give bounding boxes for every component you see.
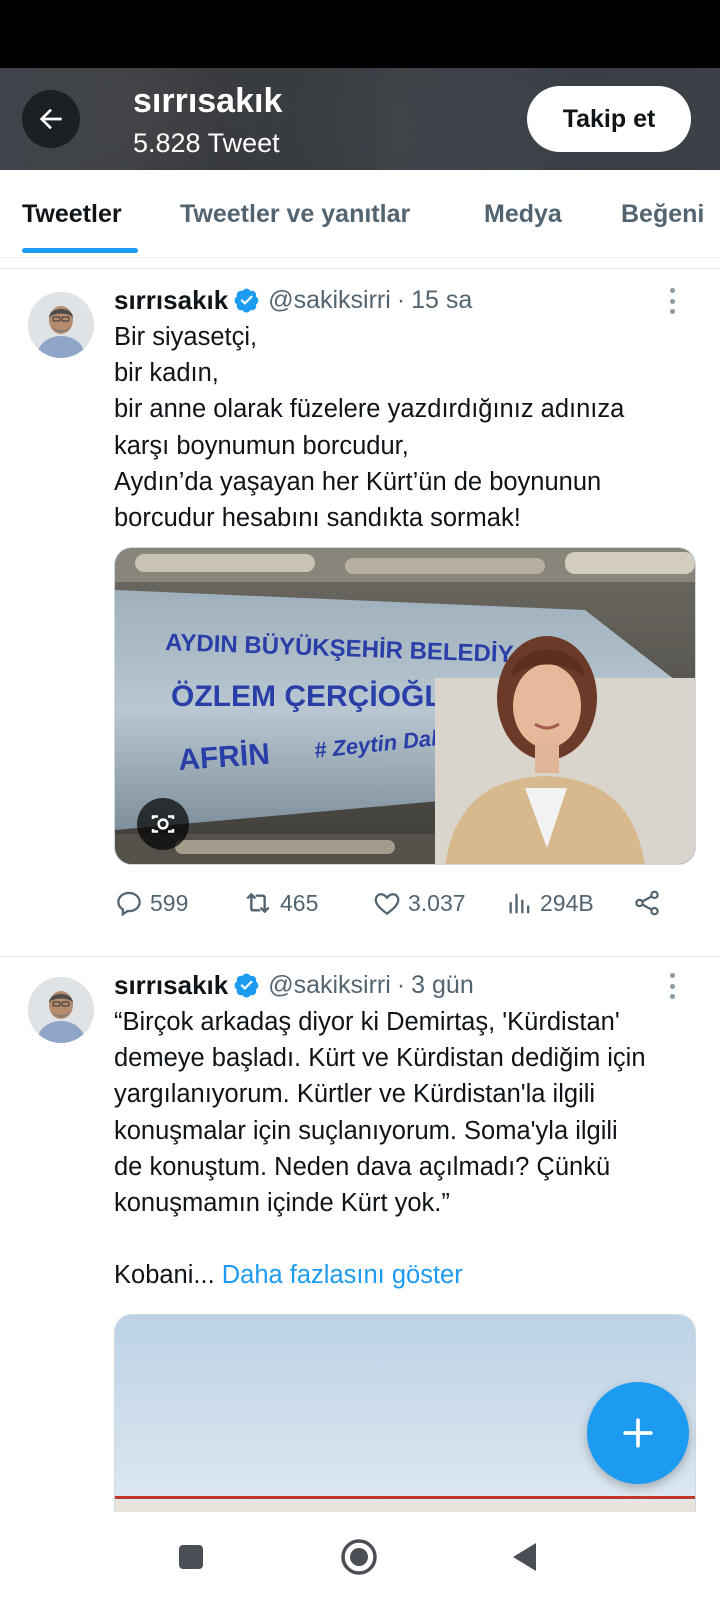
profile-name: sırrısakık bbox=[133, 82, 283, 120]
tab-media[interactable]: Medya bbox=[484, 200, 562, 229]
triangle-back-icon bbox=[513, 1543, 536, 1571]
retweet-count: 465 bbox=[280, 889, 319, 916]
arrow-left-icon bbox=[39, 108, 62, 130]
camera-icon[interactable] bbox=[137, 798, 189, 850]
views-icon bbox=[509, 893, 530, 914]
author-handle[interactable]: @sakiksirri bbox=[268, 286, 391, 315]
tab-tweets-and-replies[interactable]: Tweetler ve yanıtlar bbox=[180, 200, 410, 229]
home-circle-icon bbox=[341, 1539, 377, 1575]
follow-button[interactable]: Takip et bbox=[527, 86, 691, 152]
tweet-text-line: Aydın’da yaşayan her Kürt’ün de boynunun bbox=[114, 467, 602, 496]
tweet-time[interactable]: 15 sa bbox=[411, 286, 472, 315]
retweet-icon bbox=[246, 893, 270, 913]
tweet-text-line: “Birçok arkadaş diyor ki Demirtaş, 'Kürd… bbox=[114, 1008, 620, 1036]
verified-badge-icon bbox=[234, 973, 259, 998]
show-more-link[interactable]: Daha fazlasını göster bbox=[222, 1261, 463, 1289]
share-button[interactable] bbox=[632, 883, 668, 923]
tweet-count: 5.828 Tweet bbox=[133, 128, 280, 158]
system-navigation-bar bbox=[0, 1512, 720, 1600]
profile-header: sırrısakık 5.828 Tweet Takip et bbox=[0, 68, 720, 170]
heart-icon bbox=[374, 893, 400, 916]
avatar[interactable] bbox=[28, 292, 94, 358]
tweet-actions: 599 465 3.037 294B bbox=[114, 883, 694, 923]
plus-icon bbox=[623, 1418, 653, 1448]
divider bbox=[0, 268, 720, 269]
separator-dot: · bbox=[396, 285, 406, 314]
tweet-text-line: bir anne olarak füzelere yazdırdığınız a… bbox=[114, 395, 625, 424]
share-icon bbox=[635, 890, 659, 916]
back-button[interactable] bbox=[22, 90, 80, 148]
square-icon bbox=[179, 1545, 203, 1569]
reply-button[interactable]: 599 bbox=[114, 883, 188, 923]
status-bar bbox=[0, 0, 720, 68]
tweet-time[interactable]: 3 gün bbox=[411, 971, 474, 1000]
views-button[interactable]: 294B bbox=[506, 883, 594, 923]
author-handle[interactable]: @sakiksirri bbox=[268, 971, 391, 1000]
author-name[interactable]: sırrısakık bbox=[114, 970, 228, 1001]
tweet-text-line: Bir siyasetçi, bbox=[114, 323, 258, 351]
tweet-text-line: de konuştum. Neden dava açılmadı? Çünkü bbox=[114, 1152, 611, 1181]
separator-dot: · bbox=[396, 970, 406, 999]
more-options-icon[interactable] bbox=[668, 288, 676, 314]
view-count: 294B bbox=[540, 889, 594, 916]
tweet-header: sırrısakık @sakiksirri · 15 sa bbox=[114, 283, 472, 317]
author-name[interactable]: sırrısakık bbox=[114, 285, 228, 316]
tab-likes[interactable]: Beğeni bbox=[621, 200, 704, 229]
tweet-text-line: konuşmamın içinde Kürt yok.” bbox=[114, 1189, 450, 1218]
tweet-text-line: bir kadın, bbox=[114, 359, 219, 388]
tweet-text: “Birçok arkadaş diyor ki Demirtaş, 'Kürd… bbox=[114, 1004, 704, 1293]
image-text: AFRİN bbox=[177, 738, 271, 777]
active-tab-indicator bbox=[22, 248, 138, 253]
tweet-header: sırrısakık @sakiksirri · 3 gün bbox=[114, 968, 474, 1002]
compose-tweet-button[interactable] bbox=[587, 1382, 689, 1484]
truncated-text: Kobani... bbox=[114, 1261, 215, 1290]
tweet-text-line: karşı boynumun borcudur, bbox=[114, 431, 409, 460]
like-count: 3.037 bbox=[408, 889, 466, 916]
tweet-text-line: demeye başladı. Kürt ve Kürdistan dediği… bbox=[114, 1044, 646, 1073]
avatar[interactable] bbox=[28, 977, 94, 1043]
missile-photo: AYDIN BÜYÜKŞEHİR BELEDİY ÖZLEM ÇERÇİOĞLU… bbox=[115, 548, 695, 864]
recents-button[interactable] bbox=[166, 1532, 216, 1582]
reply-count: 599 bbox=[150, 889, 189, 916]
tweet-text-line: yargılanıyorum. Kürtler ve Kürdistan'la … bbox=[114, 1080, 596, 1109]
reply-icon bbox=[117, 891, 141, 917]
tweet-image[interactable]: AYDIN BÜYÜKŞEHİR BELEDİY ÖZLEM ÇERÇİOĞLU… bbox=[114, 547, 696, 865]
retweet-button[interactable]: 465 bbox=[242, 883, 318, 923]
more-options-icon[interactable] bbox=[668, 973, 676, 999]
tweet-text-line: borcudur hesabını sandıkta sormak! bbox=[114, 504, 521, 533]
tweet-text-line: konuşmalar için suçlanıyorum. Soma'yla i… bbox=[114, 1116, 618, 1145]
image-text: ÖZLEM ÇERÇİOĞLU bbox=[171, 679, 464, 713]
divider bbox=[0, 956, 720, 957]
like-button[interactable]: 3.037 bbox=[372, 883, 466, 923]
tweet-text: Bir siyasetçi, bir kadın, bir anne olara… bbox=[114, 319, 704, 536]
tab-tweets[interactable]: Tweetler bbox=[22, 200, 122, 229]
profile-tabs: Tweetler Tweetler ve yanıtlar Medya Beğe… bbox=[0, 170, 720, 258]
verified-badge-icon bbox=[234, 288, 259, 313]
home-button[interactable] bbox=[334, 1532, 384, 1582]
back-nav-button[interactable] bbox=[500, 1532, 550, 1582]
